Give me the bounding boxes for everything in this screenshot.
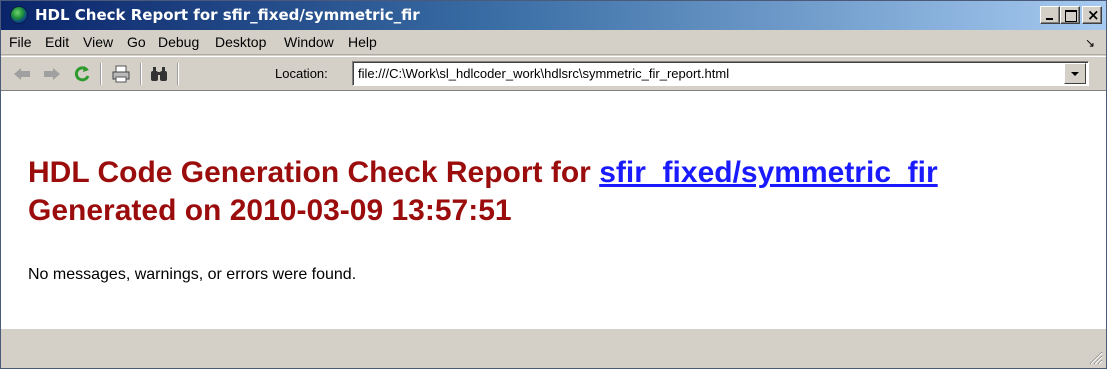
model-link[interactable]: sfir_fixed/symmetric_fir — [599, 156, 938, 189]
location-input[interactable]: file:///C:\Work\sl_hdlcoder_work\hdlsrc\… — [352, 61, 1089, 86]
report-heading: HDL Code Generation Check Report for sfi… — [28, 154, 938, 230]
find-binoculars-icon[interactable] — [148, 63, 170, 85]
menu-go[interactable]: Go — [127, 34, 146, 50]
heading-prefix: HDL Code Generation Check Report for — [28, 156, 600, 189]
menu-help[interactable]: Help — [348, 34, 377, 50]
menu-bar: File Edit View Go Debug Desktop Window H… — [1, 30, 1106, 55]
matlab-globe-icon[interactable] — [10, 6, 28, 24]
refresh-icon[interactable] — [71, 63, 93, 85]
undock-arrow-icon[interactable]: ↘ — [1085, 36, 1095, 50]
menu-desktop[interactable]: Desktop — [215, 34, 266, 50]
menu-edit[interactable]: Edit — [45, 34, 69, 50]
resize-grip-icon[interactable] — [1087, 349, 1103, 365]
menu-file[interactable]: File — [9, 34, 32, 50]
browser-window: HDL Check Report for sfir_fixed/symmetri… — [0, 0, 1107, 369]
minimize-button[interactable] — [1040, 6, 1060, 24]
status-bar — [1, 329, 1106, 368]
close-icon: × — [1087, 6, 1100, 24]
maximize-button[interactable] — [1060, 6, 1080, 24]
generated-timestamp: Generated on 2010-03-09 13:57:51 — [28, 194, 512, 227]
title-bar[interactable]: HDL Check Report for sfir_fixed/symmetri… — [1, 1, 1106, 30]
toolbar-separator — [140, 63, 142, 85]
forward-arrow-icon[interactable] — [41, 63, 63, 85]
print-icon[interactable] — [110, 63, 132, 85]
location-dropdown-button[interactable] — [1064, 63, 1086, 84]
toolbar: Location: file:///C:\Work\sl_hdlcoder_wo… — [1, 56, 1106, 89]
menu-view[interactable]: View — [83, 34, 113, 50]
location-label: Location: — [275, 66, 328, 81]
report-message: No messages, warnings, or errors were fo… — [28, 266, 357, 283]
menu-debug[interactable]: Debug — [158, 34, 199, 50]
window-title: HDL Check Report for sfir_fixed/symmetri… — [35, 6, 420, 24]
toolbar-separator — [100, 63, 102, 85]
close-button[interactable]: × — [1082, 6, 1102, 24]
back-arrow-icon[interactable] — [11, 63, 33, 85]
toolbar-separator — [177, 63, 179, 85]
menu-window[interactable]: Window — [284, 34, 334, 50]
